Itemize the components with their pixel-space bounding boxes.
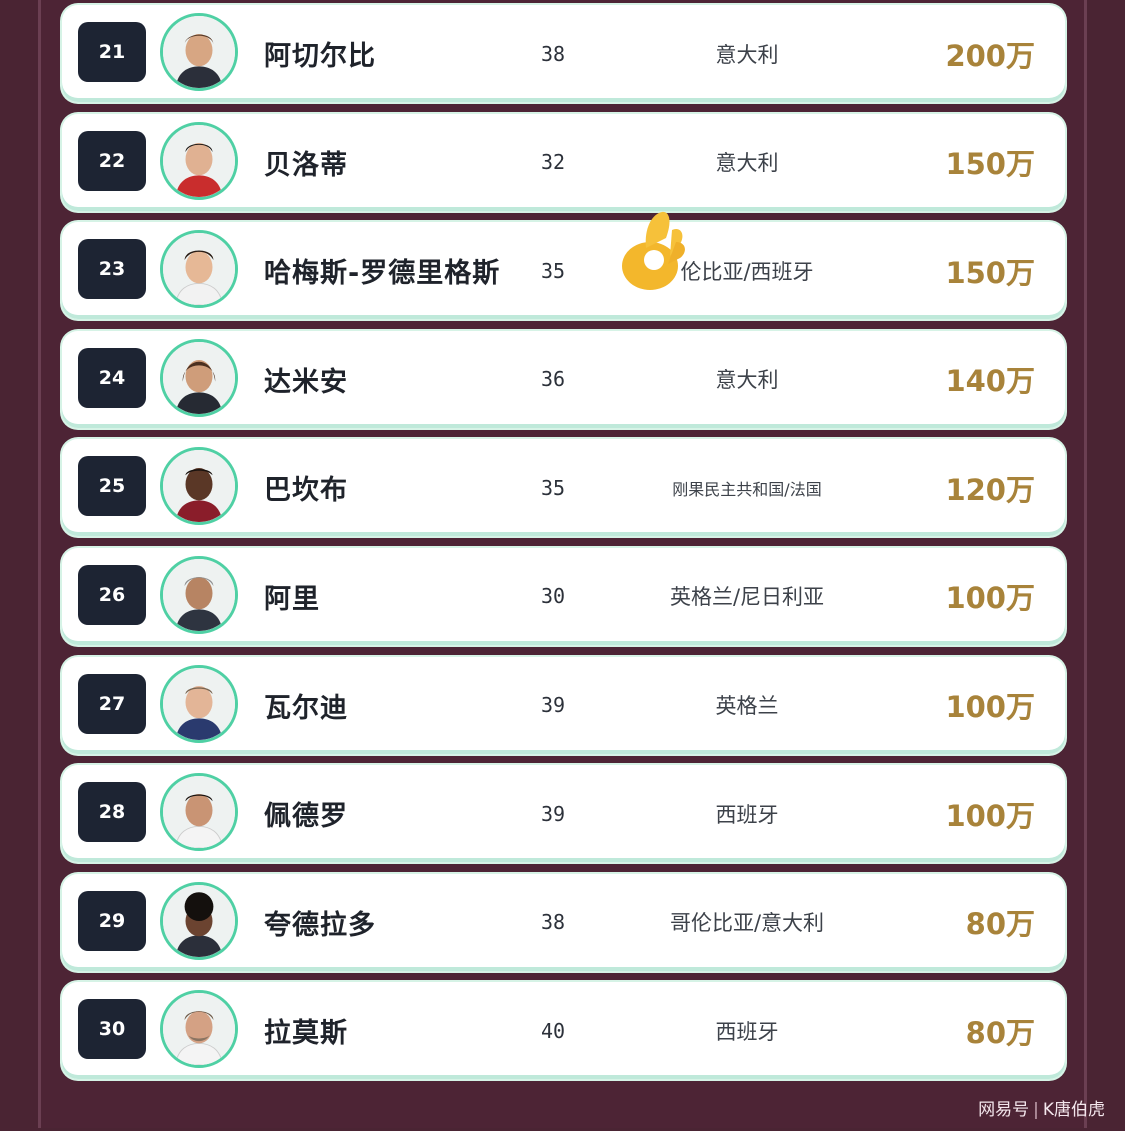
player-age: 32: [540, 150, 566, 175]
player-age: 30: [540, 584, 566, 609]
market-value: 80万: [965, 907, 1035, 942]
rank-badge: 30: [78, 999, 146, 1060]
player-name: 贝洛蒂: [264, 149, 348, 181]
player-age: 39: [540, 693, 566, 718]
rank-badge: 29: [78, 890, 146, 951]
player-portrait-icon: [163, 124, 235, 197]
list-item[interactable]: 27 瓦尔迪 39 英格兰 100万: [62, 656, 1065, 754]
player-age: 35: [540, 475, 566, 500]
player-age: 40: [540, 1018, 566, 1043]
market-value: 120万: [945, 472, 1035, 507]
list-item[interactable]: 25 巴坎布 35 刚果民主共和国/法国 120万: [62, 439, 1065, 537]
list-item[interactable]: 24 达米安 36 意大利 140万: [62, 330, 1065, 428]
player-avatar: [160, 990, 238, 1069]
player-name: 阿里: [264, 583, 320, 615]
player-name: 佩德罗: [264, 801, 348, 833]
rank-badge: 25: [78, 456, 146, 517]
ok-hand-emoji-icon: [622, 211, 685, 290]
rank-badge: 24: [78, 347, 146, 408]
player-nationality: 哥伦比亚/意大利: [669, 911, 825, 936]
market-value: 80万: [965, 1015, 1035, 1050]
player-name: 巴坎布: [264, 475, 348, 507]
list-item[interactable]: 29 夸德拉多 38 哥伦比亚/意大利 80万: [62, 873, 1065, 971]
market-value: 100万: [945, 798, 1035, 833]
player-nationality: 英格兰: [715, 694, 779, 719]
player-age: 38: [540, 41, 566, 66]
watermark-author: K唐伯虎: [1042, 1100, 1105, 1120]
player-portrait-icon: [163, 558, 235, 631]
player-nationality: 西班牙: [715, 1019, 779, 1044]
player-age: 39: [540, 801, 566, 826]
player-nationality: 意大利: [715, 42, 779, 67]
player-name: 哈梅斯-罗德里格斯: [264, 258, 501, 290]
player-portrait-icon: [163, 16, 235, 88]
list-item[interactable]: 22 贝洛蒂 32 意大利 150万: [62, 113, 1065, 211]
player-nationality: 英格兰/尼日利亚: [669, 585, 825, 610]
player-avatar: [160, 121, 238, 200]
rank-badge: 21: [78, 22, 146, 82]
market-value: 150万: [945, 255, 1035, 290]
player-portrait-icon: [163, 884, 235, 957]
list-item[interactable]: 26 阿里 30 英格兰/尼日利亚 100万: [62, 547, 1065, 645]
player-name: 达米安: [264, 366, 348, 398]
market-value: 100万: [945, 581, 1035, 616]
player-portrait-icon: [163, 341, 235, 414]
player-avatar: [160, 13, 238, 91]
player-portrait-icon: [163, 667, 235, 740]
player-nationality: 意大利: [715, 368, 779, 393]
player-portrait-icon: [163, 993, 235, 1066]
player-portrait-icon: [163, 450, 235, 523]
player-name: 阿切尔比: [264, 41, 376, 72]
player-nationality: 意大利: [715, 151, 779, 176]
player-age: 36: [540, 367, 566, 392]
player-avatar: [160, 555, 238, 634]
player-name: 拉莫斯: [264, 1018, 348, 1050]
rank-badge: 22: [78, 130, 146, 191]
market-value: 200万: [945, 38, 1035, 73]
player-avatar: [160, 230, 238, 309]
list-item[interactable]: 30 拉莫斯 40 西班牙 80万: [62, 982, 1065, 1080]
player-name: 夸德拉多: [264, 909, 376, 941]
player-avatar: [160, 773, 238, 852]
list-item[interactable]: 23 哈梅斯-罗德里格斯 35 伦比亚/西班牙 150万: [62, 222, 1065, 320]
player-portrait-icon: [163, 776, 235, 849]
watermark: 网易号 | K唐伯虎: [978, 1100, 1105, 1120]
rank-badge: 27: [78, 673, 146, 734]
player-nationality: 刚果民主共和国/法国: [672, 479, 822, 499]
player-avatar: [160, 447, 238, 526]
player-age: 35: [540, 258, 566, 283]
rank-badge: 26: [78, 564, 146, 625]
player-portrait-icon: [163, 233, 235, 306]
list-item[interactable]: 21 阿切尔比 38 意大利 200万: [62, 5, 1065, 102]
player-avatar: [160, 664, 238, 743]
market-value: 140万: [945, 364, 1035, 399]
rank-badge: 28: [78, 782, 146, 843]
player-avatar: [160, 881, 238, 960]
player-name: 瓦尔迪: [264, 692, 348, 724]
list-item[interactable]: 28 佩德罗 39 西班牙 100万: [62, 765, 1065, 863]
player-age: 38: [540, 910, 566, 935]
market-value: 100万: [945, 690, 1035, 725]
player-list: 21 阿切尔比 38 意大利 200万 22 贝洛蒂 32 意大利 150万 2…: [62, 5, 1065, 1091]
player-avatar: [160, 338, 238, 417]
watermark-platform: 网易号: [978, 1100, 1030, 1120]
player-nationality: 西班牙: [715, 802, 779, 827]
rank-badge: 23: [78, 239, 146, 300]
market-value: 150万: [945, 147, 1035, 182]
